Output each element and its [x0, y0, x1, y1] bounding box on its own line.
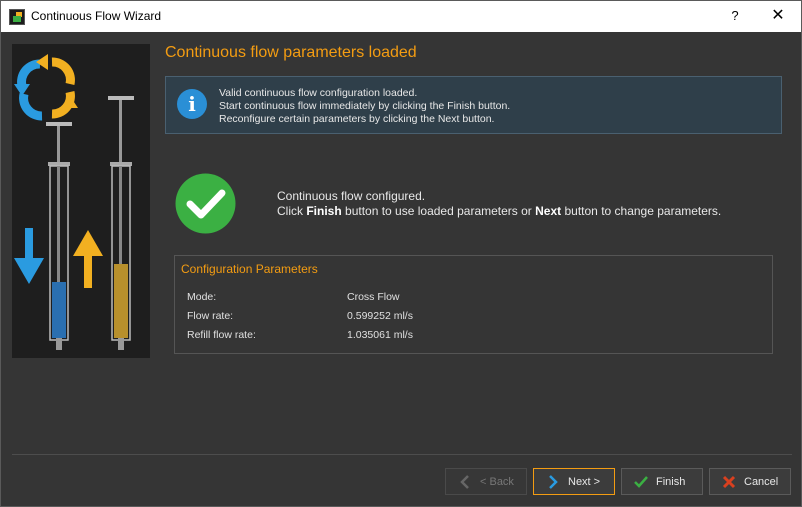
- param-value: 0.599252 ml/s: [347, 310, 413, 322]
- info-line: Start continuous flow immediately by cli…: [219, 100, 511, 112]
- status-text: button to change parameters.: [561, 204, 722, 218]
- status-line-1: Continuous flow configured.: [277, 189, 426, 203]
- back-button[interactable]: < Back: [445, 468, 527, 495]
- syringe-yellow: [108, 96, 134, 350]
- title-bar: Continuous Flow Wizard ? ✕: [1, 1, 801, 32]
- divider: [12, 454, 792, 455]
- status-text: button to use loaded parameters or: [341, 204, 536, 218]
- param-key: Refill flow rate:: [187, 329, 256, 341]
- param-key: Mode:: [187, 291, 217, 303]
- configuration-parameters-group: Configuration Parameters Mode: Cross Flo…: [174, 255, 773, 354]
- param-value: Cross Flow: [347, 291, 400, 303]
- info-line: Valid continuous flow configuration load…: [219, 87, 418, 99]
- param-key: Flow rate:: [187, 310, 234, 322]
- chevron-left-icon: [456, 473, 474, 491]
- wizard-window: Continuous Flow Wizard ? ✕ Continuous fl…: [0, 0, 802, 507]
- param-value: 1.035061 ml/s: [347, 329, 413, 341]
- info-icon: i: [177, 89, 207, 119]
- app-icon: [9, 9, 25, 25]
- syringe-blue: [46, 122, 72, 350]
- status-next-word: Next: [535, 204, 562, 218]
- arrow-down-icon: [14, 228, 44, 284]
- window-title: Continuous Flow Wizard: [31, 9, 162, 23]
- cancel-button[interactable]: Cancel: [709, 468, 791, 495]
- status-finish-word: Finish: [306, 204, 342, 218]
- back-label: < Back: [480, 476, 514, 488]
- check-icon: [632, 473, 650, 491]
- cancel-label: Cancel: [744, 476, 779, 488]
- info-line: Reconfigure certain parameters by clicki…: [219, 113, 495, 125]
- arrow-up-icon: [73, 230, 103, 288]
- next-label: Next >: [568, 476, 601, 488]
- finish-label: Finish: [656, 476, 686, 488]
- status-text: Click: [277, 204, 307, 218]
- status-message: Continuous flow configured. Click Finish…: [277, 189, 721, 219]
- x-icon: [720, 473, 738, 491]
- refresh-icon: [14, 54, 78, 121]
- group-title: Configuration Parameters: [181, 262, 318, 276]
- close-button[interactable]: ✕: [765, 6, 791, 26]
- help-button[interactable]: ?: [723, 6, 747, 26]
- syringe-pump-illustration: [12, 44, 150, 358]
- status-line-2: Click Finish button to use loaded parame…: [277, 204, 721, 219]
- chevron-right-icon: [544, 473, 562, 491]
- info-banner: i Valid continuous flow configuration lo…: [165, 76, 782, 134]
- page-title: Continuous flow parameters loaded: [165, 44, 417, 61]
- next-button[interactable]: Next >: [533, 468, 615, 495]
- checkmark-icon: [175, 173, 236, 234]
- finish-button[interactable]: Finish: [621, 468, 703, 495]
- info-text: Valid continuous flow configuration load…: [219, 87, 510, 126]
